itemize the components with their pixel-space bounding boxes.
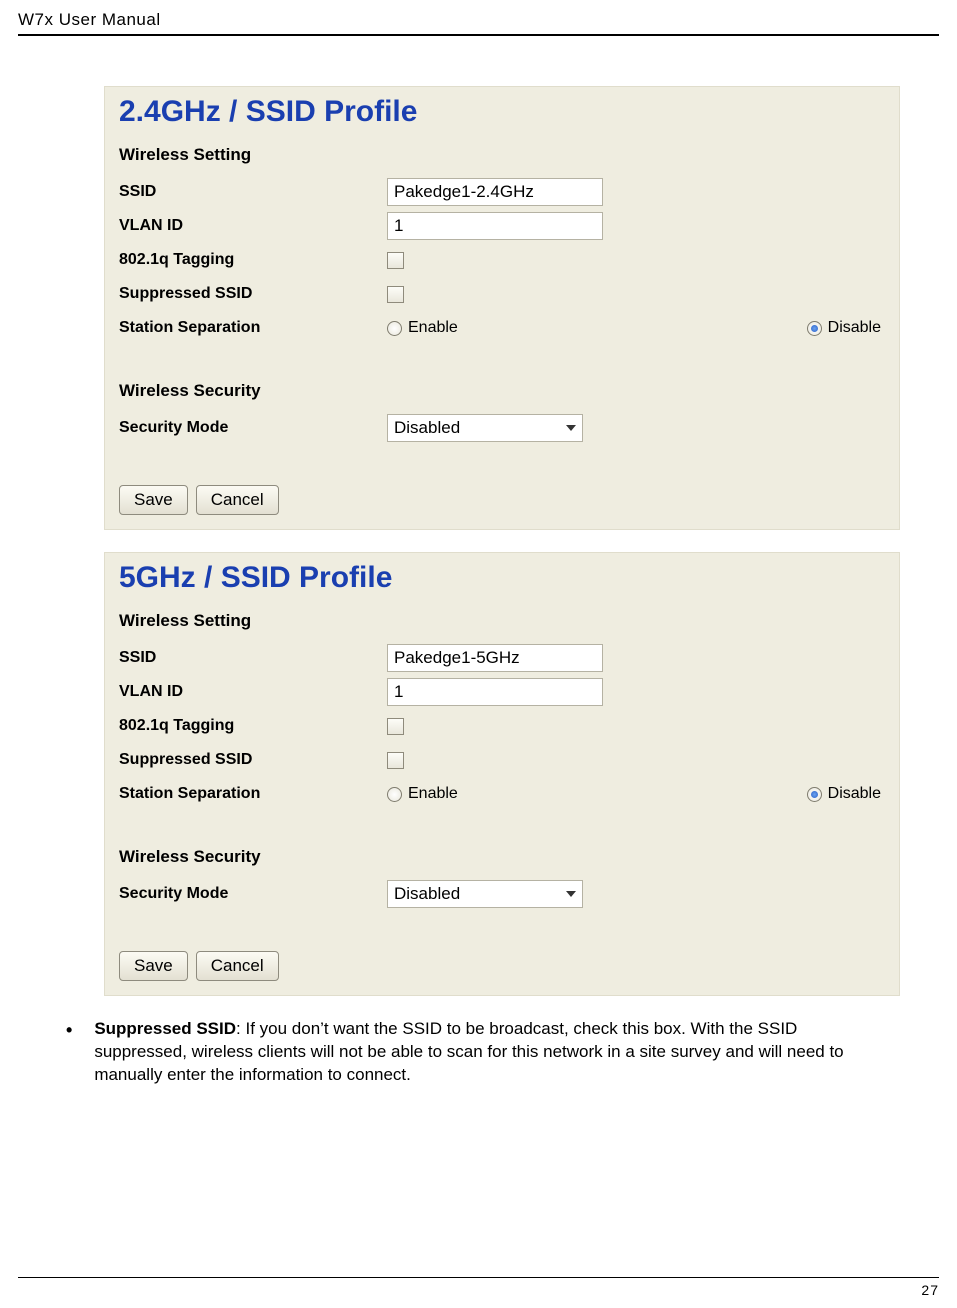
- row-vlan: VLAN ID: [105, 675, 899, 709]
- enable-label: Enable: [408, 319, 458, 337]
- separation-label: Station Separation: [119, 319, 387, 337]
- security-mode-label: Security Mode: [119, 419, 387, 437]
- enable-label: Enable: [408, 785, 458, 803]
- chevron-down-icon: [566, 425, 576, 431]
- row-8021q: 802.1q Tagging: [105, 709, 899, 743]
- page-number: 27: [921, 1282, 939, 1298]
- security-mode-select[interactable]: Disabled: [387, 414, 583, 442]
- save-button[interactable]: Save: [119, 485, 188, 515]
- vlan-input[interactable]: [387, 212, 603, 240]
- button-bar: Save Cancel: [105, 941, 899, 981]
- save-button[interactable]: Save: [119, 951, 188, 981]
- bullet-paragraph: • Suppressed SSID: If you don’t want the…: [66, 1018, 891, 1087]
- panel-title: 5GHz / SSID Profile: [105, 553, 899, 605]
- suppressed-checkbox[interactable]: [387, 286, 404, 303]
- tagging-checkbox[interactable]: [387, 252, 404, 269]
- tagging-checkbox[interactable]: [387, 718, 404, 735]
- wireless-setting-heading: Wireless Setting: [105, 139, 899, 175]
- security-mode-label: Security Mode: [119, 885, 387, 903]
- ssid-input[interactable]: [387, 644, 603, 672]
- screenshot-container: 2.4GHz / SSID Profile Wireless Setting S…: [104, 86, 900, 996]
- chevron-down-icon: [566, 891, 576, 897]
- separation-disable[interactable]: Disable: [807, 785, 899, 803]
- row-security-mode: Security Mode Disabled: [105, 411, 899, 445]
- radio-icon: [387, 787, 402, 802]
- wireless-setting-heading: Wireless Setting: [105, 605, 899, 641]
- panel-2-4ghz: 2.4GHz / SSID Profile Wireless Setting S…: [104, 86, 900, 530]
- radio-icon: [807, 321, 822, 336]
- security-mode-value: Disabled: [394, 884, 460, 904]
- row-station-separation: Station Separation Enable Disable: [105, 777, 899, 811]
- suppressed-label: Suppressed SSID: [119, 751, 387, 769]
- security-mode-value: Disabled: [394, 418, 460, 438]
- panel-5ghz: 5GHz / SSID Profile Wireless Setting SSI…: [104, 552, 900, 996]
- row-vlan: VLAN ID: [105, 209, 899, 243]
- bullet-text: Suppressed SSID: If you don’t want the S…: [94, 1018, 891, 1087]
- separation-disable[interactable]: Disable: [807, 319, 899, 337]
- ssid-input[interactable]: [387, 178, 603, 206]
- suppressed-label: Suppressed SSID: [119, 285, 387, 303]
- vlan-label: VLAN ID: [119, 217, 387, 235]
- manual-title: W7x User Manual: [18, 10, 161, 29]
- ssid-label: SSID: [119, 183, 387, 201]
- row-suppressed: Suppressed SSID: [105, 743, 899, 777]
- cancel-button[interactable]: Cancel: [196, 485, 279, 515]
- separation-label: Station Separation: [119, 785, 387, 803]
- panel-title: 2.4GHz / SSID Profile: [105, 87, 899, 139]
- suppressed-checkbox[interactable]: [387, 752, 404, 769]
- tagging-label: 802.1q Tagging: [119, 251, 387, 269]
- radio-icon: [387, 321, 402, 336]
- row-station-separation: Station Separation Enable Disable: [105, 311, 899, 345]
- wireless-security-heading: Wireless Security: [105, 841, 899, 877]
- disable-label: Disable: [828, 785, 881, 803]
- security-mode-select[interactable]: Disabled: [387, 880, 583, 908]
- wireless-security-heading: Wireless Security: [105, 375, 899, 411]
- vlan-label: VLAN ID: [119, 683, 387, 701]
- row-suppressed: Suppressed SSID: [105, 277, 899, 311]
- cancel-button[interactable]: Cancel: [196, 951, 279, 981]
- bullet-bold: Suppressed SSID: [94, 1019, 236, 1038]
- vlan-input[interactable]: [387, 678, 603, 706]
- document-header: W7x User Manual: [18, 10, 939, 36]
- bullet-icon: •: [66, 1018, 94, 1087]
- row-ssid: SSID: [105, 175, 899, 209]
- separation-enable[interactable]: Enable: [387, 785, 747, 803]
- page-footer: 27: [18, 1277, 939, 1298]
- disable-label: Disable: [828, 319, 881, 337]
- radio-icon: [807, 787, 822, 802]
- row-8021q: 802.1q Tagging: [105, 243, 899, 277]
- row-ssid: SSID: [105, 641, 899, 675]
- ssid-label: SSID: [119, 649, 387, 667]
- button-bar: Save Cancel: [105, 475, 899, 515]
- row-security-mode: Security Mode Disabled: [105, 877, 899, 911]
- tagging-label: 802.1q Tagging: [119, 717, 387, 735]
- separation-enable[interactable]: Enable: [387, 319, 747, 337]
